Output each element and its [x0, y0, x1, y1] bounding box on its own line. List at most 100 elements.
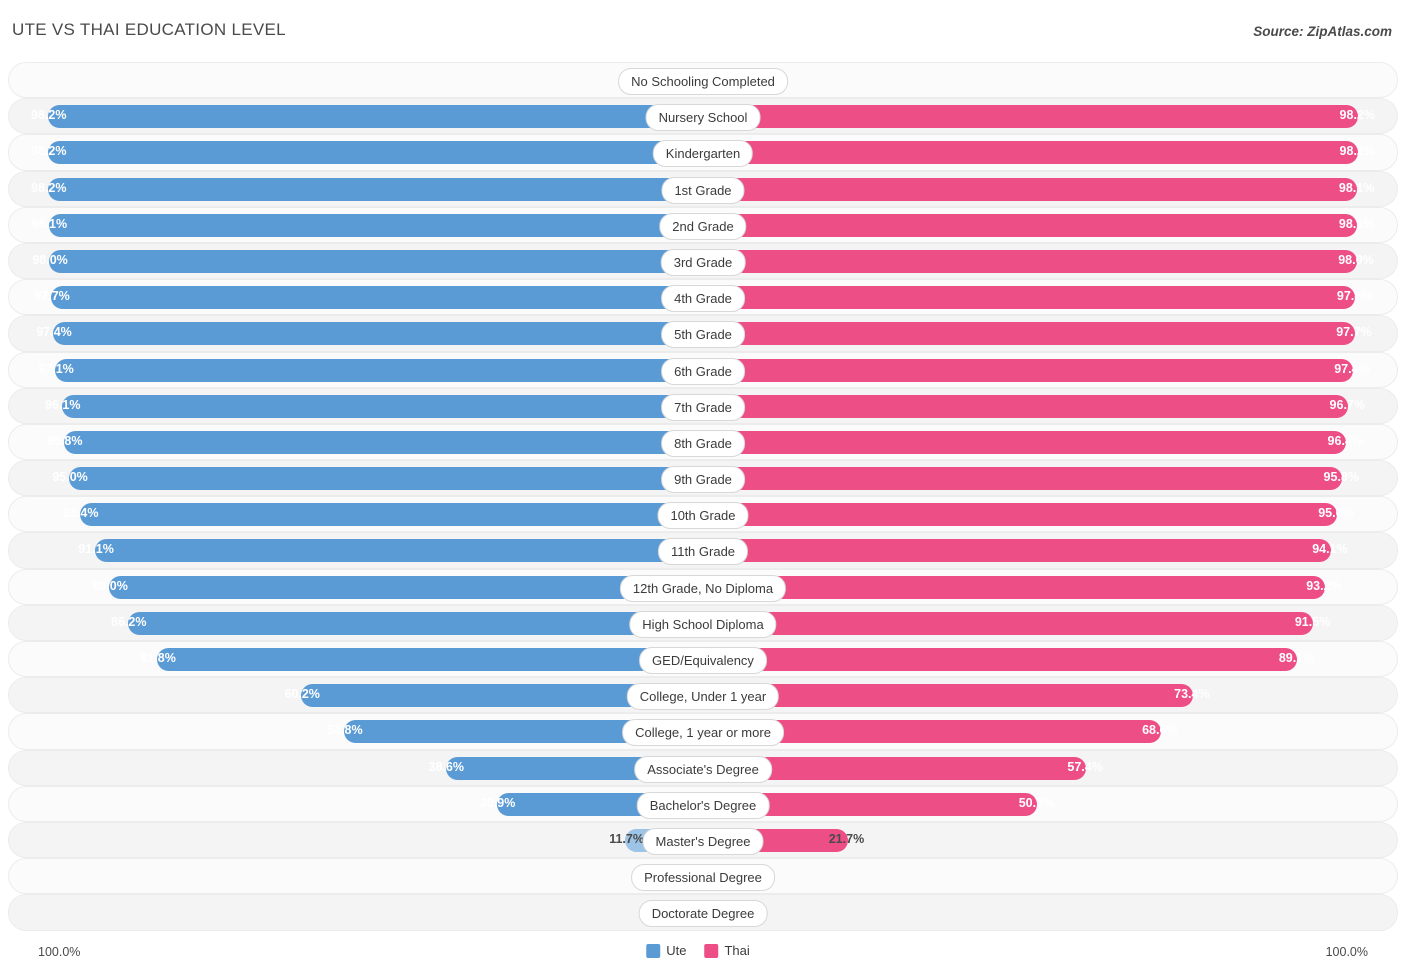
bar-ute — [62, 394, 703, 418]
category-label: 6th Grade — [661, 357, 745, 385]
value-label-ute: 53.8% — [327, 723, 363, 738]
bar-ute — [109, 575, 703, 599]
category-label: College, 1 year or more — [622, 719, 784, 747]
value-label-ute: 38.6% — [428, 759, 464, 774]
bar-ute — [48, 105, 703, 129]
value-label-ute: 81.8% — [140, 651, 176, 665]
value-label-ute: 60.2% — [284, 687, 320, 702]
row-track: 89.0% 93.2% 12th Grade, No Diploma — [9, 570, 1397, 604]
row-track: 97.1% 97.4% 6th Grade — [9, 353, 1397, 387]
table-row: 2.0%2.8%Doctorate Degree — [8, 894, 1398, 931]
bar-ute — [49, 249, 703, 273]
value-label-ute: 95.8% — [47, 433, 83, 448]
category-label: Professional Degree — [631, 864, 775, 892]
bar-thai — [703, 611, 1314, 635]
bar-thai — [703, 105, 1358, 129]
bar-ute — [48, 213, 703, 237]
row-track: 60.2% 73.4% College, Under 1 year — [9, 678, 1397, 712]
category-label: Associate's Degree — [634, 755, 772, 783]
bar-ute — [48, 177, 703, 201]
bar-thai — [703, 213, 1358, 237]
bar-ute — [53, 322, 703, 346]
row-track: 97.7% 97.8% 4th Grade — [9, 280, 1397, 314]
value-label-thai: 98.1% — [1338, 180, 1375, 195]
table-row: 98.2% 98.1% 1st Grade — [8, 170, 1398, 207]
value-label-ute: 96.1% — [45, 397, 81, 412]
row-track: 81.8% 89.1% GED/Equivalency — [9, 642, 1397, 676]
bar-thai — [703, 503, 1337, 527]
value-label-thai: 94.1% — [1312, 542, 1348, 557]
table-row: 98.1% 98.1% 2nd Grade — [8, 206, 1398, 243]
category-label: 5th Grade — [661, 321, 745, 349]
legend-label-ute: Ute — [666, 943, 687, 958]
value-label-ute: 98.1% — [31, 216, 68, 231]
bar-thai — [703, 177, 1358, 201]
category-label: GED/Equivalency — [639, 647, 767, 674]
table-row: 93.4% 95.0% 10th Grade — [8, 496, 1398, 533]
category-label: Bachelor's Degree — [636, 791, 770, 819]
value-label-ute: 97.4% — [36, 325, 72, 340]
value-label-ute: 30.9% — [479, 795, 516, 810]
value-label-thai: 95.8% — [1323, 470, 1359, 485]
row-track: 95.8% 96.4% 8th Grade — [9, 425, 1397, 459]
value-label-thai: 96.7% — [1329, 397, 1365, 412]
value-label-thai: 96.4% — [1327, 433, 1363, 448]
table-row: 2.3%1.8%No Schooling Completed — [8, 62, 1398, 99]
row-track: 4.0%6.1%Professional Degree — [9, 859, 1397, 893]
value-label-thai: 21.7% — [828, 831, 865, 846]
row-track: 93.4% 95.0% 10th Grade — [9, 497, 1397, 531]
value-label-ute: 98.2% — [31, 108, 67, 123]
table-row: 98.2% 98.2% Kindergarten — [8, 134, 1398, 171]
value-label-thai: 50.1% — [1018, 795, 1055, 810]
table-row: 86.2% 91.5% High School Diploma — [8, 604, 1398, 641]
bar-ute — [55, 358, 703, 382]
category-label: Doctorate Degree — [638, 900, 768, 928]
row-track: 30.9% 50.1% Bachelor's Degree — [9, 787, 1397, 821]
bar-ute — [64, 430, 703, 454]
bar-ute — [51, 286, 703, 310]
value-label-ute: 91.1% — [78, 542, 114, 557]
axis-label-left: 100.0% — [38, 945, 81, 959]
table-row: 30.9% 50.1% Bachelor's Degree — [8, 785, 1398, 822]
value-label-thai: 57.4% — [1067, 759, 1103, 774]
legend-swatch-thai — [704, 943, 719, 958]
legend-swatch-ute — [646, 943, 661, 958]
row-track: 96.1% 96.7% 7th Grade — [9, 389, 1397, 423]
category-label: 12th Grade, No Diploma — [619, 574, 787, 602]
category-label: 10th Grade — [657, 502, 749, 530]
bar-thai — [703, 539, 1331, 563]
bar-ute — [69, 467, 703, 491]
bar-thai — [703, 322, 1355, 346]
table-row: 95.8% 96.4% 8th Grade — [8, 423, 1398, 461]
chart-legend: Ute Thai — [646, 943, 760, 958]
value-label-ute: 95.0% — [52, 470, 88, 485]
legend-item-ute: Ute — [646, 943, 686, 958]
category-label: 3rd Grade — [660, 248, 746, 276]
axis-label-right: 100.0% — [1325, 945, 1368, 959]
value-label-ute: 93.4% — [63, 506, 99, 521]
table-row: 97.7% 97.8% 4th Grade — [8, 279, 1398, 316]
category-label: Kindergarten — [652, 140, 754, 168]
table-row: 96.1% 96.7% 7th Grade — [8, 387, 1398, 424]
category-label: No Schooling Completed — [618, 68, 788, 95]
row-track: 95.0% 95.8% 9th Grade — [9, 461, 1397, 495]
bar-ute — [95, 539, 703, 563]
value-label-thai: 98.1% — [1338, 216, 1375, 231]
bar-ute — [128, 611, 703, 635]
value-label-ute: 97.7% — [34, 289, 70, 304]
category-label: 4th Grade — [661, 285, 745, 313]
source-label: Source: ZipAtlas.com — [1253, 24, 1392, 39]
bar-thai — [703, 467, 1342, 491]
bar-ute — [157, 648, 703, 671]
table-row: 11.7% 21.7% Master's Degree — [8, 821, 1398, 859]
value-label-ute: 86.2% — [111, 614, 147, 629]
bar-thai — [703, 249, 1357, 273]
value-label-thai: 98.2% — [1339, 108, 1375, 123]
category-label: 7th Grade — [661, 393, 745, 421]
row-track: 2.0%2.8%Doctorate Degree — [9, 895, 1397, 929]
value-label-ute: 11.7% — [609, 831, 644, 846]
bar-thai — [703, 141, 1358, 165]
value-label-thai: 98.0% — [1338, 252, 1374, 267]
value-label-thai: 98.2% — [1339, 144, 1375, 159]
chart-header: UTE VS THAI EDUCATION LEVEL Source: ZipA… — [0, 0, 1406, 54]
